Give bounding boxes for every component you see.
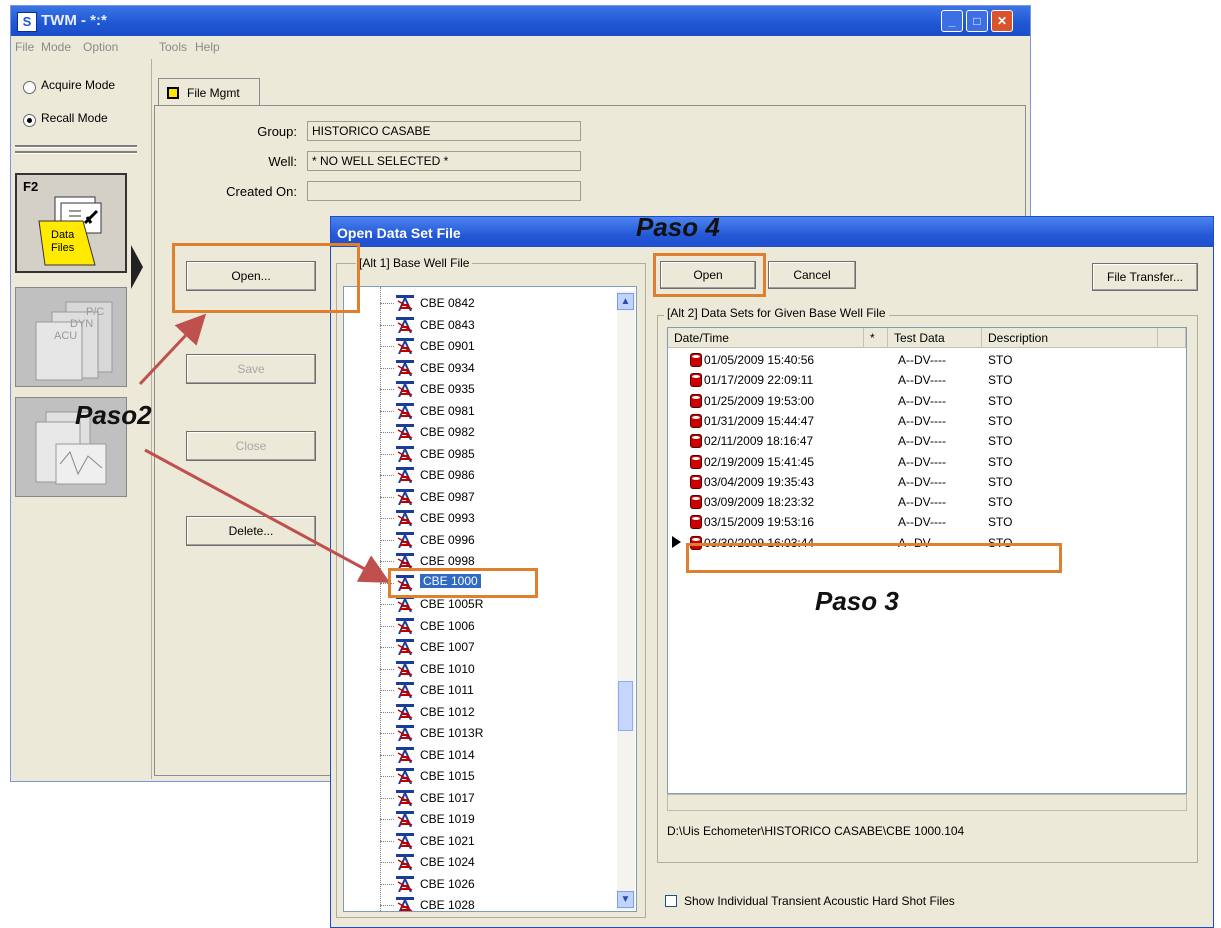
highlight-tree-selection bbox=[388, 568, 538, 598]
annotation-paso4: Paso 4 bbox=[636, 212, 720, 242]
annotation-paso3: Paso 3 bbox=[815, 586, 899, 616]
highlight-dialog-open bbox=[653, 253, 766, 297]
annotation-arrows bbox=[138, 313, 391, 583]
arrow-to-open bbox=[138, 313, 207, 386]
arrow-to-tree-item bbox=[144, 448, 391, 583]
highlight-open-button bbox=[172, 243, 360, 313]
highlight-data-row bbox=[686, 543, 1062, 573]
annotation-paso2: Paso2 bbox=[75, 400, 152, 430]
